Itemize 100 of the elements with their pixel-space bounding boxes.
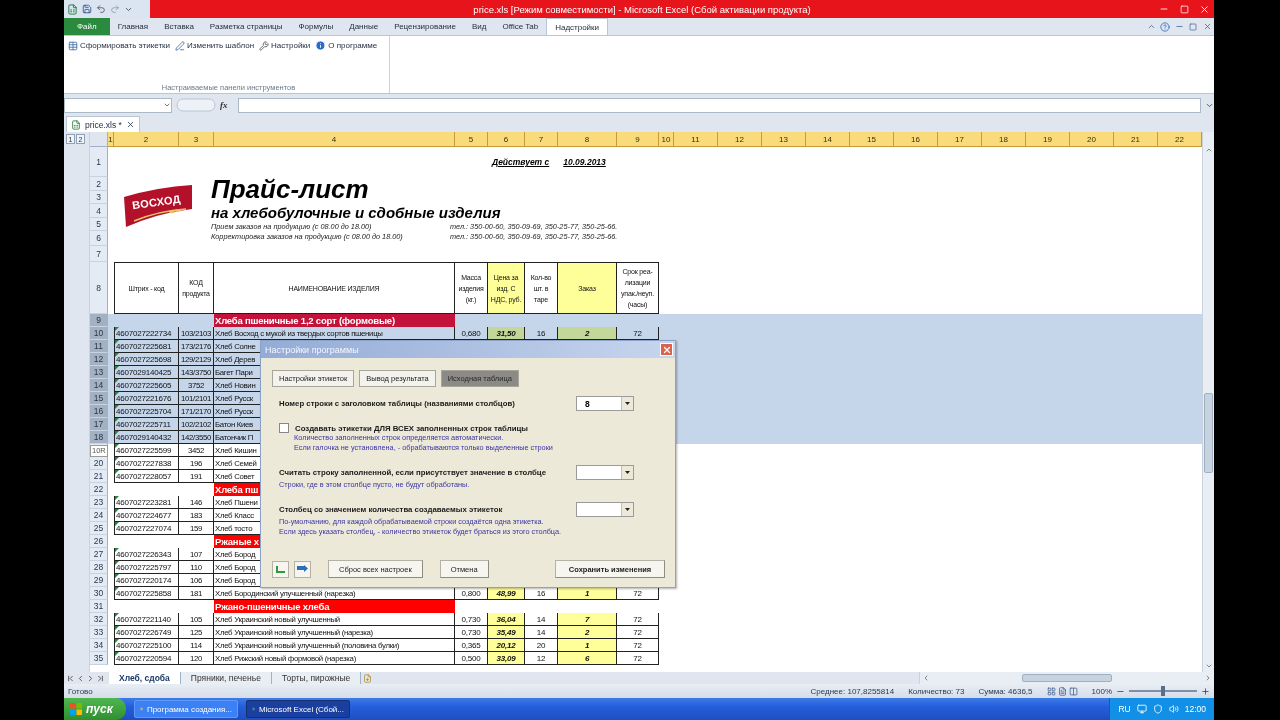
- column-header[interactable]: 13: [762, 132, 806, 147]
- shield-icon[interactable]: [1152, 704, 1163, 714]
- column-header[interactable]: 9: [617, 132, 659, 147]
- ribbon-command[interactable]: Сформировать этикетки: [68, 40, 171, 51]
- column-header[interactable]: 20: [1070, 132, 1114, 147]
- row-header[interactable]: 18: [90, 431, 108, 444]
- maximize-icon[interactable]: [1179, 4, 1189, 14]
- name-box[interactable]: [64, 97, 172, 113]
- formula-input[interactable]: [238, 97, 1201, 113]
- row-header[interactable]: 35: [90, 652, 108, 665]
- ribbon-tab[interactable]: Главная: [109, 18, 157, 35]
- network-icon[interactable]: [1136, 704, 1147, 714]
- scroll-thumb[interactable]: [1204, 393, 1213, 473]
- column-header[interactable]: 5: [455, 132, 488, 147]
- column-header[interactable]: 16: [894, 132, 938, 147]
- row-header[interactable]: 30: [90, 587, 108, 600]
- column-header[interactable]: 21: [1114, 132, 1158, 147]
- row-header[interactable]: 17: [90, 418, 108, 431]
- ribbon-command[interactable]: Изменить шаблон: [175, 40, 255, 51]
- row-header[interactable]: 4: [90, 204, 108, 218]
- ribbon-tab[interactable]: Вид: [463, 18, 495, 35]
- ribbon-tab[interactable]: Office Tab: [494, 18, 547, 35]
- redo-icon[interactable]: [110, 4, 120, 14]
- column-header[interactable]: 18: [982, 132, 1026, 147]
- row-header[interactable]: 29: [90, 574, 108, 587]
- export-button[interactable]: [294, 560, 311, 578]
- ribbon-tab[interactable]: Разметка страницы: [201, 18, 291, 35]
- row-header[interactable]: 10: [90, 327, 108, 340]
- row-header[interactable]: 12: [90, 353, 108, 366]
- column-header[interactable]: 7: [525, 132, 558, 147]
- row-header[interactable]: 23: [90, 496, 108, 509]
- vertical-scrollbar[interactable]: [1202, 132, 1214, 672]
- checkbox[interactable]: [279, 423, 289, 433]
- ribbon-command[interactable]: Настройки: [259, 40, 311, 51]
- row-header[interactable]: 33: [90, 626, 108, 639]
- import-button[interactable]: [272, 560, 289, 578]
- document-tab[interactable]: price.xls *: [66, 116, 140, 132]
- ribbon-command[interactable]: О программе: [315, 40, 378, 51]
- row-header[interactable]: 13: [90, 366, 108, 379]
- sheet-tab[interactable]: Хлеб, сдоба: [109, 672, 181, 684]
- page-layout-icon[interactable]: [1057, 686, 1067, 696]
- row-header[interactable]: 15: [90, 392, 108, 405]
- function-label[interactable]: fx: [220, 100, 234, 110]
- ribbon-tab[interactable]: Данные: [341, 18, 387, 35]
- collapse-ribbon-icon[interactable]: [1146, 22, 1156, 31]
- taskbar-button[interactable]: Программа создания...: [134, 700, 238, 718]
- scroll-down-icon[interactable]: [1204, 662, 1213, 670]
- zoom-level[interactable]: 100%: [1091, 686, 1112, 696]
- row-header[interactable]: 8: [90, 262, 108, 314]
- row-header[interactable]: 34: [90, 639, 108, 652]
- horizontal-scrollbar[interactable]: [919, 672, 1214, 684]
- last-sheet-icon[interactable]: [96, 673, 105, 683]
- row-header[interactable]: 21: [90, 470, 108, 483]
- scroll-left-icon[interactable]: [922, 674, 930, 682]
- row-header[interactable]: 5: [90, 218, 108, 231]
- close-icon[interactable]: [125, 120, 135, 129]
- row-header[interactable]: 22: [90, 483, 108, 496]
- close-button[interactable]: [660, 343, 673, 356]
- taskbar-button[interactable]: Microsoft Excel (Сбой...: [246, 700, 350, 718]
- row-header[interactable]: 31: [90, 600, 108, 613]
- dropdown-icon[interactable]: [163, 101, 171, 109]
- column-header[interactable]: 3: [179, 132, 214, 147]
- scroll-up-icon[interactable]: [1204, 146, 1213, 154]
- column-header[interactable]: 15: [850, 132, 894, 147]
- dropdown-field[interactable]: [576, 465, 634, 480]
- ribbon-tab[interactable]: Надстройки: [546, 18, 609, 35]
- scroll-thumb[interactable]: [1022, 674, 1112, 682]
- row-header[interactable]: 24: [90, 509, 108, 522]
- next-sheet-icon[interactable]: [86, 673, 95, 683]
- column-header[interactable]: 11: [674, 132, 718, 147]
- first-sheet-icon[interactable]: [66, 673, 75, 683]
- volume-icon[interactable]: [1168, 704, 1179, 714]
- file-tab[interactable]: Файл: [64, 18, 110, 35]
- row-header[interactable]: 9: [90, 314, 108, 327]
- help-icon[interactable]: [1160, 21, 1170, 32]
- sheet-tab[interactable]: Пряники, печенье: [180, 672, 272, 684]
- column-header[interactable]: 2: [114, 132, 179, 147]
- dropdown-field[interactable]: 8: [576, 396, 634, 411]
- column-header[interactable]: 19: [1026, 132, 1070, 147]
- column-header[interactable]: 10: [659, 132, 674, 147]
- row-header[interactable]: 6: [90, 231, 108, 246]
- row-header[interactable]: 1: [90, 147, 108, 177]
- column-header[interactable]: 6: [488, 132, 525, 147]
- row-header[interactable]: 27: [90, 548, 108, 561]
- row-header[interactable]: 3: [90, 191, 108, 204]
- sheet-tab[interactable]: Торты, пирожные: [271, 672, 362, 684]
- select-all-corner[interactable]: [90, 132, 108, 147]
- row-header[interactable]: 16: [90, 405, 108, 418]
- normal-view-icon[interactable]: [1046, 686, 1056, 696]
- save-icon[interactable]: [82, 4, 92, 14]
- row-header[interactable]: 32: [90, 613, 108, 626]
- row-header[interactable]: 14: [90, 379, 108, 392]
- restore-icon[interactable]: [1189, 22, 1197, 31]
- scroll-right-icon[interactable]: [1204, 674, 1212, 682]
- column-header[interactable]: 12: [718, 132, 762, 147]
- column-header[interactable]: 14: [806, 132, 850, 147]
- row-header[interactable]: 26: [90, 535, 108, 548]
- column-header[interactable]: 17: [938, 132, 982, 147]
- dropdown-field[interactable]: [576, 502, 634, 517]
- ribbon-tab[interactable]: Вставка: [156, 18, 202, 35]
